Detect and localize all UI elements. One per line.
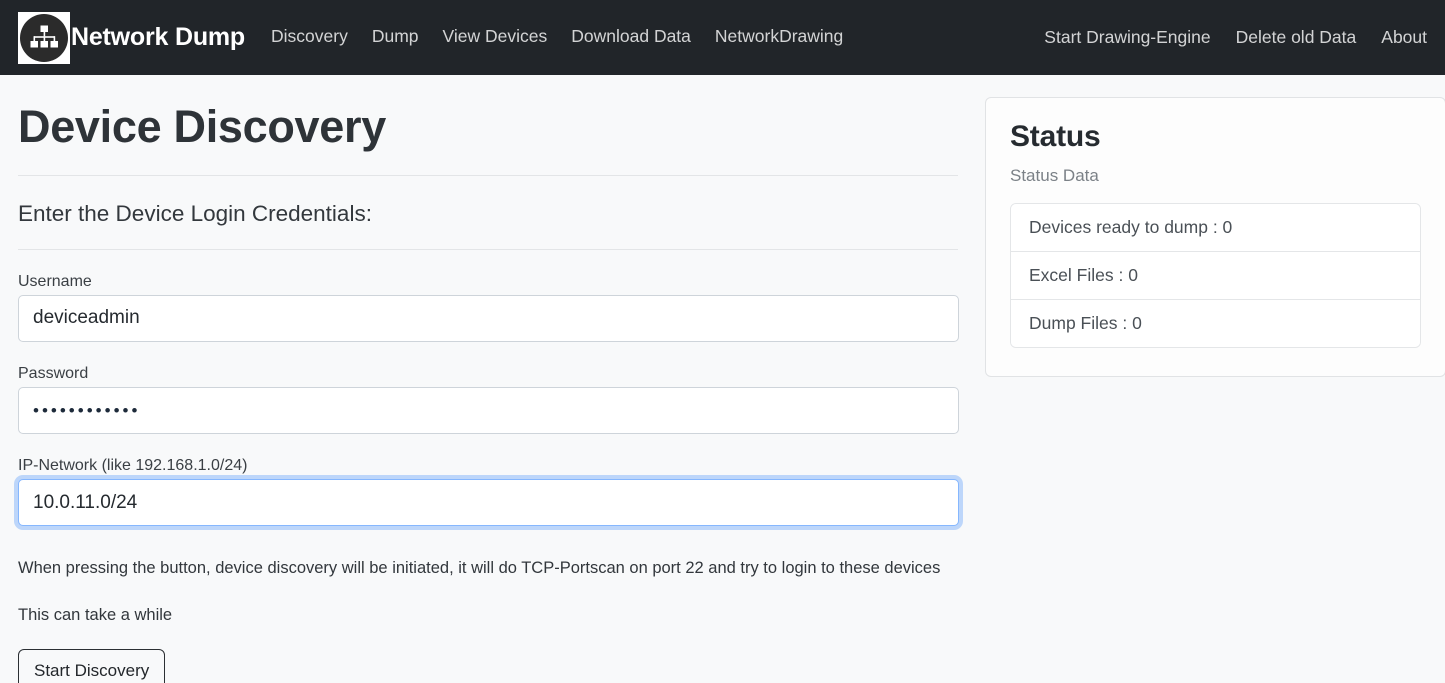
brand-link[interactable]: Network Dump: [18, 11, 246, 64]
primary-nav: Discovery Dump View Devices Download Dat…: [271, 26, 843, 47]
password-label: Password: [18, 364, 89, 382]
ip-network-label: IP-Network (like 192.168.1.0/24): [18, 457, 248, 475]
nav-item: Download Data: [571, 26, 691, 47]
brand-logo: [18, 11, 70, 64]
nav-item: View Devices: [443, 26, 548, 47]
password-input[interactable]: ••••••••••••: [18, 387, 959, 435]
username-label: Username: [18, 272, 92, 290]
status-card: Status Status Data Devices ready to dump…: [985, 97, 1445, 377]
main-column: Device Discovery Enter the Device Login …: [0, 75, 968, 683]
title-divider: [18, 174, 958, 176]
credentials-subheading: Enter the Device Login Credentials:: [18, 200, 372, 226]
status-column: Status Status Data Devices ready to dump…: [968, 75, 1445, 377]
status-list: Devices ready to dump : 0 Excel Files : …: [1010, 202, 1421, 348]
status-card-title: Status: [1010, 120, 1101, 153]
nav-link-view-devices[interactable]: View Devices: [443, 26, 548, 46]
nav-link-download-data[interactable]: Download Data: [571, 26, 691, 46]
username-input[interactable]: deviceadmin: [18, 294, 959, 342]
subheading-divider: [18, 248, 958, 250]
page-title: Device Discovery: [18, 101, 386, 152]
nav-item: NetworkDrawing: [715, 26, 843, 47]
nav-link-network-drawing[interactable]: NetworkDrawing: [715, 26, 843, 46]
ip-network-input[interactable]: 10.0.11.0/24: [18, 479, 959, 527]
start-discovery-button[interactable]: Start Discovery: [18, 648, 166, 683]
nav-item: Discovery: [271, 26, 348, 47]
nav-link-delete-old-data[interactable]: Delete old Data: [1236, 28, 1357, 47]
top-navbar: Network Dump Discovery Dump View Devices…: [0, 0, 1445, 75]
nav-link-start-drawing-engine[interactable]: Start Drawing-Engine: [1044, 28, 1210, 47]
list-item: Dump Files : 0: [1011, 299, 1420, 347]
list-item: Excel Files : 0: [1011, 251, 1420, 300]
nav-link-dump[interactable]: Dump: [372, 26, 419, 46]
sitemap-icon: [20, 13, 68, 62]
discovery-help-text: When pressing the button, device discove…: [18, 559, 941, 578]
nav-link-about[interactable]: About: [1381, 28, 1427, 47]
status-card-subtitle: Status Data: [1010, 165, 1099, 185]
discovery-duration-note: This can take a while: [18, 605, 173, 624]
nav-link-discovery[interactable]: Discovery: [271, 26, 348, 46]
page-body: Device Discovery Enter the Device Login …: [0, 75, 1445, 683]
secondary-nav: Start Drawing-Engine Delete old Data Abo…: [1044, 28, 1429, 47]
brand-title: Network Dump: [71, 23, 246, 51]
list-item: Devices ready to dump : 0: [1011, 203, 1420, 252]
nav-item: Dump: [372, 26, 419, 47]
